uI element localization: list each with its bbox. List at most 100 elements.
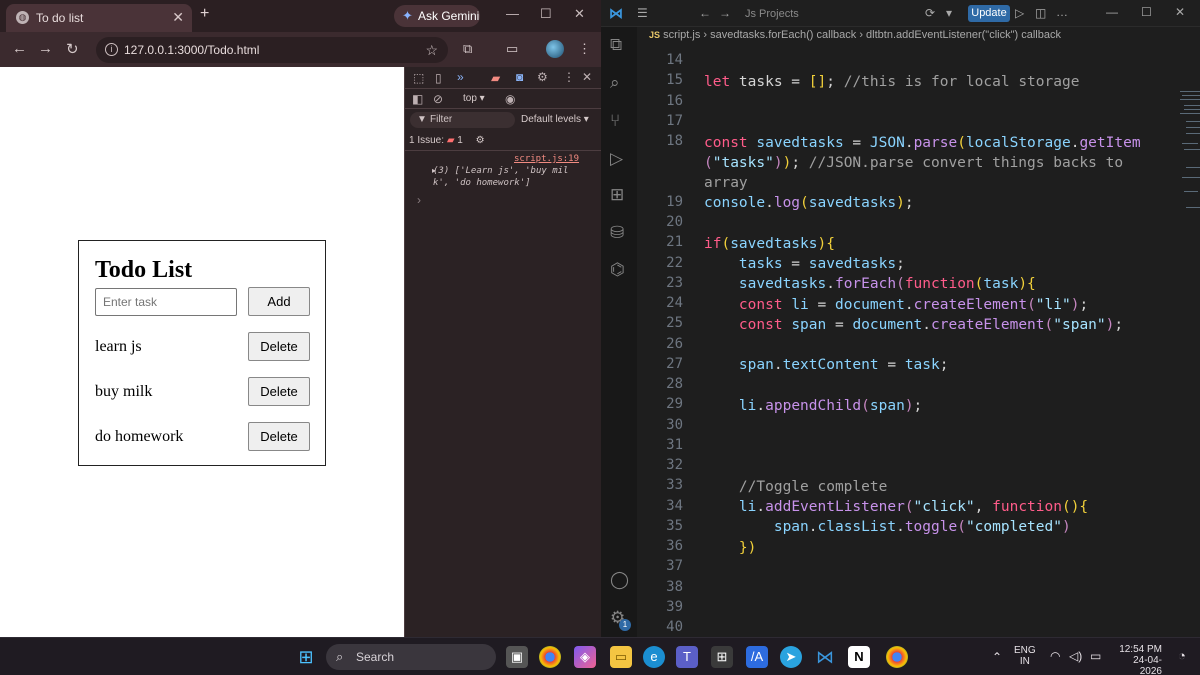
console-filter[interactable]: ▼ Filter (410, 112, 515, 128)
line-number: 30 (666, 416, 683, 433)
bookmark-star-icon[interactable]: ☆ (425, 37, 438, 63)
app-icon[interactable]: /A (746, 646, 768, 668)
context-label: top (463, 93, 477, 104)
teams-icon[interactable]: T (676, 646, 698, 668)
python-icon[interactable]: ⌬ (610, 260, 625, 280)
levels-dropdown[interactable]: Default levels ▾ (521, 114, 589, 125)
taskbar-search[interactable]: ⌕ Search (326, 644, 496, 670)
profile-avatar[interactable] (546, 40, 564, 58)
delete-button[interactable]: Delete (248, 332, 310, 361)
close-devtools-icon[interactable]: ✕ (582, 70, 592, 84)
reload-icon[interactable]: ↻ (66, 40, 79, 58)
wifi-icon[interactable]: ◠ (1050, 649, 1060, 663)
more-tabs-icon[interactable]: » (457, 70, 464, 84)
filter-label: Filter (430, 114, 453, 125)
code-editor[interactable]: 14 15 16 17 18 19 20 21 22 23 24 25 26 27 28 29 30 31 32 33… (637, 47, 1200, 637)
file-explorer-icon[interactable]: ▭ (610, 646, 632, 668)
search-icon[interactable]: ⌕ (610, 73, 620, 93)
cast-icon[interactable]: ▭ (506, 41, 518, 57)
chrome-icon[interactable] (539, 646, 561, 668)
new-tab-icon[interactable]: + (200, 5, 209, 23)
issues-icon[interactable]: ◙ (516, 70, 523, 84)
issue-settings-icon[interactable]: ⚙ (476, 135, 485, 146)
tab-strip: ◍ To do list ✕ + ✦ Ask Gemini — ☐ ✕ (0, 0, 601, 32)
breadcrumb[interactable]: JS script.js › savedtasks.forEach() call… (649, 29, 1061, 41)
line-number: 36 (666, 538, 683, 554)
forward-icon[interactable]: → (38, 40, 53, 57)
chevron-up-icon[interactable]: ⌃ (992, 650, 1002, 664)
vscode-logo-icon: ⋈ (609, 5, 623, 21)
close-window-icon[interactable]: ✕ (1175, 5, 1185, 19)
address-bar[interactable]: i 127.0.0.1:3000/Todo.html ☆ (96, 37, 448, 63)
more-actions-icon[interactable]: … (1056, 5, 1068, 19)
lang-bottom: IN (1019, 656, 1030, 667)
account-icon[interactable]: ◯ (610, 570, 629, 590)
sidebar-icon[interactable]: ◧ (412, 92, 423, 106)
telegram-icon[interactable]: ➤ (780, 646, 802, 668)
back-icon[interactable]: ← (12, 40, 27, 57)
back-icon[interactable]: ← (699, 6, 711, 20)
extensions-icon[interactable]: ⊞ (610, 185, 624, 205)
site-info-icon[interactable]: i (105, 43, 118, 56)
line-number: 40 (666, 619, 683, 635)
tab-todo[interactable]: ◍ To do list ✕ (6, 4, 192, 32)
task-view-icon[interactable]: ▣ (506, 646, 528, 668)
ask-gemini-button[interactable]: ✦ Ask Gemini (394, 5, 480, 27)
chevron-down-icon[interactable]: ▾ (946, 6, 952, 20)
console-prompt-icon[interactable]: › (417, 193, 421, 207)
log-source-link[interactable]: script.js:19 (514, 154, 579, 164)
feedback-icon[interactable]: ▰ (491, 71, 500, 85)
minimize-icon[interactable]: — (1106, 5, 1118, 19)
split-editor-icon[interactable]: ◫ (1035, 6, 1046, 20)
clock[interactable]: 12:54 PM 24-04-2026 (1114, 644, 1162, 675)
volume-icon[interactable]: ◁) (1069, 649, 1082, 663)
extensions-icon[interactable]: ⧉ (463, 41, 472, 57)
menu-icon[interactable]: ⋮ (578, 41, 591, 57)
more-options-icon[interactable]: ⋮ (563, 70, 575, 84)
database-icon[interactable]: ⛁ (610, 223, 624, 243)
code-line: span.classList.toggle("completed") (773, 519, 1071, 535)
vscode-taskbar-icon[interactable]: ⋈ (814, 646, 836, 668)
source-control-icon[interactable]: ⑂ (610, 111, 620, 131)
notification-bell-icon[interactable]: ◔ (1178, 648, 1186, 663)
edge-icon[interactable]: e (643, 646, 665, 668)
forward-icon[interactable]: → (719, 6, 731, 20)
copilot-icon[interactable]: ⟳ (925, 6, 935, 20)
eye-icon[interactable]: ◉ (505, 92, 515, 106)
minimap[interactable] (1180, 87, 1200, 237)
maximize-icon[interactable]: ☐ (540, 6, 552, 22)
inspect-icon[interactable]: ⬚ (413, 71, 424, 85)
clear-console-icon[interactable]: ⊘ (433, 92, 443, 106)
run-icon[interactable]: ▷ (1015, 6, 1024, 20)
store-icon[interactable]: ⊞ (711, 646, 733, 668)
copilot-icon[interactable]: ◈ (574, 646, 596, 668)
settings-icon[interactable]: ⚙ (537, 70, 548, 84)
close-window-icon[interactable]: ✕ (574, 6, 585, 22)
minimize-icon[interactable]: — (506, 6, 519, 21)
add-button[interactable]: Add (248, 287, 310, 316)
language-indicator[interactable]: ENG IN (1014, 645, 1036, 667)
menu-icon[interactable]: ☰ (637, 6, 648, 20)
line-number: 23 (666, 274, 683, 291)
delete-button[interactable]: Delete (248, 422, 310, 451)
close-tab-icon[interactable]: ✕ (172, 9, 184, 26)
line-number: 38 (666, 578, 683, 595)
maximize-icon[interactable]: ☐ (1141, 5, 1152, 19)
run-debug-icon[interactable]: ▷ (610, 149, 623, 169)
issue-flag-icon: ▰ (446, 135, 455, 146)
divider (405, 150, 602, 151)
battery-icon[interactable]: ▭ (1090, 649, 1101, 663)
context-select[interactable]: top ▾ (463, 93, 485, 104)
issues-counter[interactable]: 1 Issue: ▰ 1 ⚙ (409, 135, 485, 146)
command-center[interactable]: Js Projects (739, 5, 979, 23)
update-button[interactable]: Update (968, 5, 1010, 22)
windows-start-icon[interactable]: ⊞ (295, 646, 317, 668)
device-icon[interactable]: ▯ (435, 71, 442, 85)
explorer-icon[interactable]: ⧉ (610, 35, 622, 55)
chrome-profile-icon[interactable] (886, 646, 908, 668)
breadcrumb-file: script.js (663, 29, 701, 41)
notion-icon[interactable]: N (848, 646, 870, 668)
line-number: 17 (666, 112, 683, 129)
task-input[interactable]: Enter task (95, 288, 237, 316)
delete-button[interactable]: Delete (248, 377, 310, 406)
